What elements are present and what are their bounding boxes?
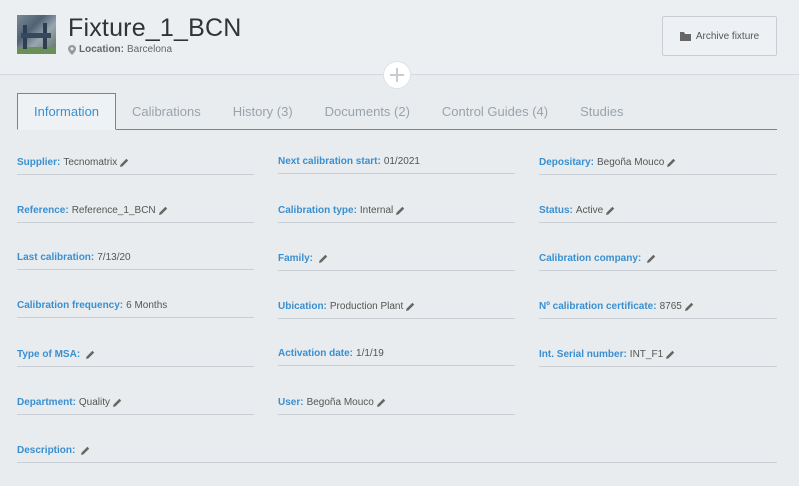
field-value: Reference_1_BCN xyxy=(71,205,156,216)
field-value: 1/1/19 xyxy=(356,348,384,359)
pencil-icon[interactable] xyxy=(396,206,405,215)
field-label: Calibration type: xyxy=(278,205,357,216)
add-button[interactable] xyxy=(383,61,411,89)
field-supplier: Supplier: Tecnomatrix xyxy=(17,151,254,175)
tab-calibrations[interactable]: Calibrations xyxy=(116,93,217,130)
pencil-icon[interactable] xyxy=(158,206,168,215)
pencil-icon[interactable] xyxy=(319,254,328,263)
field-label: Department: xyxy=(17,397,76,408)
field-description: Description: xyxy=(17,439,777,463)
pencil-icon[interactable] xyxy=(606,206,615,215)
field-label: Calibration company: xyxy=(539,253,642,264)
tab-history[interactable]: History (3) xyxy=(217,93,309,130)
field-user: User: Begoña Mouco xyxy=(278,391,515,415)
fixture-thumbnail xyxy=(17,15,56,54)
field-value: 8765 xyxy=(659,301,682,312)
field-label: Description: xyxy=(17,445,76,456)
field-label: Ubication: xyxy=(278,301,327,312)
field-value: 7/13/20 xyxy=(97,252,131,263)
tab-studies[interactable]: Studies xyxy=(564,93,639,130)
field-value: Begoña Mouco xyxy=(306,397,374,408)
field-value: 01/2021 xyxy=(383,156,420,167)
field-last-calibration: Last calibration: 7/13/20 xyxy=(17,246,254,270)
field-value: Begoña Mouco xyxy=(597,157,665,168)
field-label: Status: xyxy=(539,205,573,216)
field-label: Supplier: xyxy=(17,157,61,168)
field-value: Production Plant xyxy=(329,301,404,312)
tab-documents[interactable]: Documents (2) xyxy=(309,93,426,130)
pencil-icon[interactable] xyxy=(113,398,122,407)
pencil-icon[interactable] xyxy=(81,446,90,455)
field-calibration-certificate: Nº calibration certificate: 8765 xyxy=(539,295,777,319)
field-status: Status: Active xyxy=(539,199,777,223)
location-line: Location: Barcelona xyxy=(68,44,172,55)
archive-fixture-button[interactable]: Archive fixture xyxy=(662,16,777,56)
tab-control-guides[interactable]: Control Guides (4) xyxy=(426,93,564,130)
field-label: Depositary: xyxy=(539,157,595,168)
field-value: INT_F1 xyxy=(629,349,664,360)
plus-icon xyxy=(390,68,404,82)
pencil-icon[interactable] xyxy=(667,158,676,167)
pencil-icon[interactable] xyxy=(666,350,675,359)
location-value: Barcelona xyxy=(127,44,173,55)
field-label: Last calibration: xyxy=(17,252,95,263)
field-calibration-company: Calibration company: xyxy=(539,247,777,271)
field-type-of-msa: Type of MSA: xyxy=(17,343,254,367)
field-activation-date: Activation date: 1/1/19 xyxy=(278,342,515,366)
page-title: Fixture_1_BCN xyxy=(68,14,242,42)
pencil-icon[interactable] xyxy=(86,350,95,359)
field-int-serial-number: Int. Serial number: INT_F1 xyxy=(539,343,777,367)
field-label: Next calibration start: xyxy=(278,156,381,167)
field-department: Department: Quality xyxy=(17,391,254,415)
field-calibration-type: Calibration type: Internal xyxy=(278,199,515,223)
field-label: Family: xyxy=(278,253,314,264)
field-value: Active xyxy=(575,205,604,216)
pencil-icon[interactable] xyxy=(120,158,129,167)
field-next-calibration-start: Next calibration start: 01/2021 xyxy=(278,150,515,174)
tab-information[interactable]: Information xyxy=(17,93,117,130)
field-calibration-frequency: Calibration frequency: 6 Months xyxy=(17,294,254,318)
map-pin-icon xyxy=(68,44,76,55)
location-label: Location: xyxy=(79,44,124,55)
field-family: Family: xyxy=(278,247,515,271)
pencil-icon[interactable] xyxy=(376,398,386,407)
tab-bar: Information Calibrations History (3) Doc… xyxy=(17,93,777,130)
field-label: User: xyxy=(278,397,304,408)
pencil-icon[interactable] xyxy=(684,302,694,311)
field-label: Activation date: xyxy=(278,348,354,359)
pencil-icon[interactable] xyxy=(406,302,415,311)
field-value: Internal xyxy=(359,205,394,216)
field-label: Nº calibration certificate: xyxy=(539,301,657,312)
field-depositary: Depositary: Begoña Mouco xyxy=(539,151,777,175)
field-value: 6 Months xyxy=(126,300,168,311)
field-ubication: Ubication: Production Plant xyxy=(278,295,515,319)
field-label: Int. Serial number: xyxy=(539,349,627,360)
field-reference: Reference: Reference_1_BCN xyxy=(17,199,254,223)
field-label: Reference: xyxy=(17,205,69,216)
archive-fixture-label: Archive fixture xyxy=(695,30,760,42)
field-label: Type of MSA: xyxy=(17,349,81,360)
field-label: Calibration frequency: xyxy=(17,300,124,311)
field-value: Quality xyxy=(78,397,111,408)
folder-icon xyxy=(679,31,691,41)
pencil-icon[interactable] xyxy=(647,254,656,263)
field-value: Tecnomatrix xyxy=(63,157,118,168)
